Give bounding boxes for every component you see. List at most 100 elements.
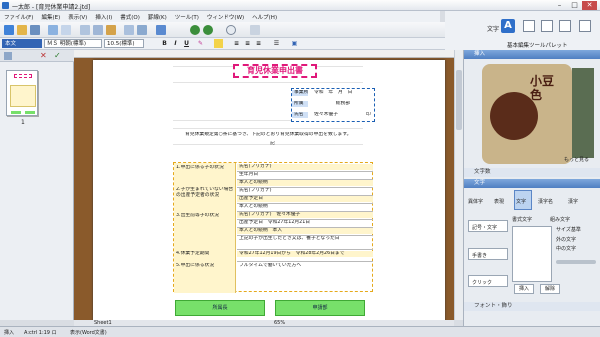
redo-icon[interactable] (203, 25, 213, 35)
standard-toolbar (0, 22, 445, 38)
document-page[interactable]: 育児休業申出書 事業所 令和 年 月 日 所属 総務部 氏名 佐々木優子 印 育… (93, 60, 445, 332)
tool-char[interactable]: 文字 (516, 198, 526, 205)
cancel-button[interactable]: 解除 (540, 284, 560, 294)
check-icon[interactable]: ✓ (54, 51, 61, 60)
scroll-thumb[interactable] (456, 70, 462, 130)
size-slider[interactable] (556, 260, 596, 264)
document-title[interactable]: 育児休業申出書 (233, 64, 317, 78)
menu-insert[interactable]: 挿入(I) (91, 11, 116, 21)
status-info: A:ctrl 1:19 ロ (24, 330, 57, 336)
thumbnail-toolbar: ✕ ✓ (0, 50, 74, 62)
paste-icon[interactable] (106, 25, 116, 35)
align-left-icon[interactable]: ≡ (232, 39, 241, 48)
search-icon[interactable] (226, 25, 236, 35)
click-button[interactable]: クリック (468, 275, 508, 287)
section-insert-header[interactable]: 挿入 (464, 50, 600, 59)
style-select[interactable]: 本文 (2, 39, 42, 48)
title-bar: 一太郎 - [育児休業申請2.jtd] – □ ✕ (0, 0, 600, 11)
new-icon[interactable] (4, 25, 14, 35)
row-due-date: 出産予定日 (237, 196, 373, 202)
copy-icon[interactable] (93, 25, 103, 35)
save-icon[interactable] (30, 25, 40, 35)
image-icon[interactable] (156, 25, 166, 35)
section-count-header[interactable]: 文字数 (464, 168, 600, 177)
outline-mode-icon[interactable] (541, 20, 553, 32)
align-center-icon[interactable]: ≡ (243, 39, 252, 48)
thumb-green-mark (11, 111, 21, 114)
thumb-view-icon[interactable] (4, 52, 12, 60)
close-button[interactable]: ✕ (582, 1, 597, 10)
tool-kanji[interactable]: 漢字 (568, 198, 578, 205)
tool-expression[interactable]: 表現 (494, 198, 504, 205)
preview-icon[interactable] (61, 25, 71, 35)
row-relation: 本人との続柄 (237, 180, 373, 186)
align-right-icon[interactable]: ≡ (254, 39, 263, 48)
bold-button[interactable]: B (160, 39, 169, 48)
applicant-dept-box[interactable]: 申請部 (275, 300, 365, 316)
name-label: 氏名 (292, 112, 308, 118)
menu-view[interactable]: 表示(V) (64, 11, 91, 21)
row-birthdate: 生年月日 (239, 172, 259, 177)
handwriting-button[interactable]: 手書き (468, 248, 508, 260)
option-inner[interactable]: 中の文字 (556, 245, 576, 252)
print-icon[interactable] (48, 25, 58, 35)
size-select[interactable]: 10.5(標準) (104, 39, 144, 48)
underline-button[interactable]: U (182, 39, 191, 48)
list-title[interactable]: 書式文字 (512, 216, 532, 223)
font-color-icon[interactable]: ✎ (196, 39, 205, 48)
symbol-button[interactable]: 記号・文字 (468, 220, 508, 232)
label-prebirth: 3.出生前等子の状況 (176, 213, 219, 218)
menu-border[interactable]: 罫線(K) (144, 11, 171, 21)
image-insert-icon[interactable]: ▣ (290, 39, 299, 48)
cut-icon[interactable] (80, 25, 90, 35)
minimize-button[interactable]: – (552, 1, 567, 10)
application-table[interactable]: 1.申出に係る子の状況 2.子が生まれていない場合の出産予定者の状況 3.出生前… (173, 162, 373, 293)
tool-kanji-name[interactable]: 漢字名 (538, 198, 553, 205)
right-toolbar-area: 文字 A 基本編集ツールパレット (445, 11, 600, 50)
font-select[interactable]: ＭＳ 明朝(標準) (44, 39, 102, 48)
more-link[interactable]: もっと見る (564, 156, 589, 163)
undo-icon[interactable] (190, 25, 200, 35)
insert-button[interactable]: 挿入 (514, 284, 534, 294)
table-icon[interactable] (137, 25, 147, 35)
applicant-box[interactable]: 事業所 令和 年 月 日 所属 総務部 氏名 佐々木優子 印 (291, 88, 375, 122)
dept-label: 所属 (292, 101, 308, 107)
highlight-icon[interactable] (214, 39, 223, 48)
tool-variant[interactable]: 異体字 (468, 198, 483, 205)
row-due-date2: 出産予定日 令和27年12月21日 (239, 220, 311, 225)
menu-file[interactable]: ファイル(F) (0, 11, 37, 21)
zoom-icon[interactable] (250, 25, 260, 35)
italic-button[interactable]: I (171, 39, 180, 48)
status-bar: 挿入 A:ctrl 1:19 ロ 表示(Word文書) (0, 326, 600, 337)
menu-tools[interactable]: ツール(T) (171, 11, 203, 21)
row-child-name: 氏名(フリガナ) (237, 164, 373, 170)
menu-edit[interactable]: 編集(E) (37, 11, 64, 21)
row-adoption: 上記の子が出生したとき又は、養子となった日 (239, 236, 340, 241)
close-thumb-icon[interactable]: ✕ (40, 51, 47, 60)
thumb-title-mark (14, 74, 32, 78)
layout-mode-icon[interactable] (523, 20, 535, 32)
panel-mode-icon[interactable] (579, 20, 591, 32)
seal-mark: 印 (366, 112, 371, 117)
sample-image-frame: 小豆色 (482, 64, 572, 164)
palette-side-bar[interactable] (572, 68, 594, 158)
menu-format[interactable]: 書式(O) (116, 11, 144, 21)
list-icon[interactable]: ☰ (272, 39, 281, 48)
text-mode-icon[interactable]: A (501, 19, 515, 33)
format-copy-icon[interactable] (124, 25, 134, 35)
option-outer[interactable]: 外の文字 (556, 236, 576, 243)
section-char-header[interactable]: 文字 (464, 179, 600, 188)
maximize-button[interactable]: □ (567, 1, 582, 10)
page-thumbnail[interactable] (6, 70, 38, 116)
char-list[interactable] (512, 226, 552, 282)
page-mode-icon[interactable] (559, 20, 571, 32)
menu-help[interactable]: ヘルプ(H) (248, 11, 281, 21)
text-mode-label: 文字 (487, 26, 500, 33)
approver-box[interactable]: 所属長 (175, 300, 265, 316)
open-icon[interactable] (17, 25, 27, 35)
section-font-header[interactable]: フォント・飾り (464, 302, 600, 311)
menu-window[interactable]: ウィンドウ(W) (203, 11, 248, 21)
list-title-2[interactable]: 組み文字 (550, 216, 570, 223)
record-mark: 記 (270, 141, 275, 146)
vertical-scrollbar[interactable] (454, 50, 463, 320)
